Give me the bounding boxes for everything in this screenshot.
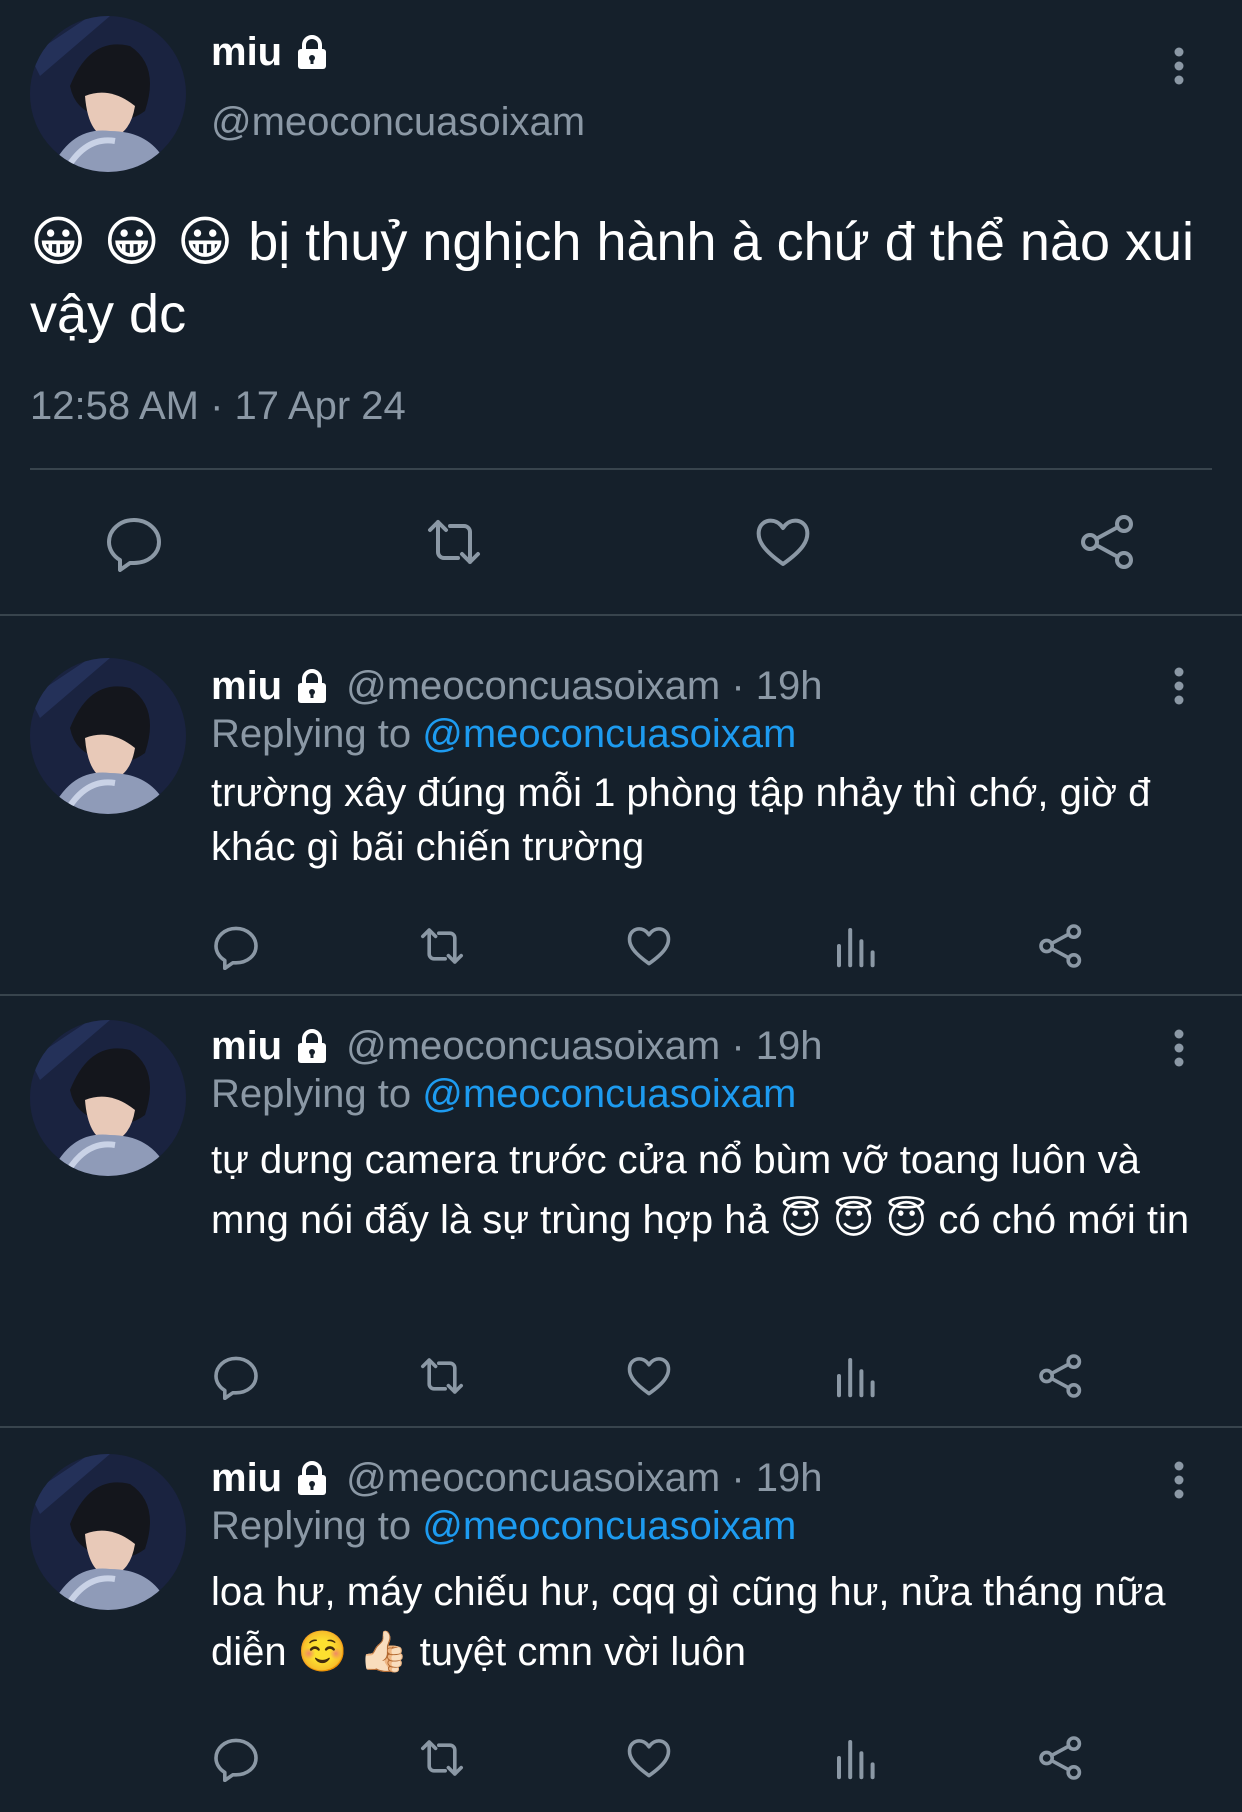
views-button[interactable] bbox=[831, 1352, 879, 1400]
reply-button[interactable] bbox=[212, 922, 260, 970]
retweet-icon bbox=[421, 1740, 463, 1776]
reply-text: trường xây đúng mỗi 1 phòng tập nhảy thì… bbox=[211, 771, 1151, 869]
replying-to-label: Replying to bbox=[211, 1504, 423, 1548]
share-button[interactable] bbox=[1037, 1352, 1085, 1400]
analytics-icon bbox=[837, 1740, 875, 1780]
share-button[interactable] bbox=[1078, 512, 1138, 572]
author-row: miu bbox=[211, 30, 332, 75]
views-button[interactable] bbox=[831, 922, 879, 970]
avatar-image bbox=[30, 16, 186, 172]
like-icon bbox=[627, 927, 671, 966]
share-button[interactable] bbox=[1037, 922, 1085, 970]
author-row: miu @meoconcuasoixam · 19h bbox=[211, 664, 823, 709]
retweet-button[interactable] bbox=[418, 1352, 466, 1400]
handle-and-time: @meoconcuasoixam · 19h bbox=[346, 664, 823, 708]
replying-to-label: Replying to bbox=[211, 712, 423, 756]
analytics-icon bbox=[837, 928, 875, 968]
reply-icon bbox=[214, 1738, 258, 1782]
main-tweet: miu @meoconcuasoixam 😀 😀 😀 bị thuỷ nghịc… bbox=[0, 0, 1242, 612]
reply-tweet[interactable]: miu @meoconcuasoixam · 19h Replying to @… bbox=[0, 616, 1242, 996]
share-icon bbox=[1039, 1354, 1082, 1398]
like-icon bbox=[756, 518, 810, 566]
lock-icon bbox=[298, 1028, 327, 1063]
lock-icon bbox=[298, 668, 327, 703]
like-button[interactable] bbox=[753, 512, 813, 572]
like-button[interactable] bbox=[625, 922, 673, 970]
retweet-button[interactable] bbox=[424, 512, 484, 572]
more-options-icon[interactable] bbox=[1169, 1460, 1189, 1500]
handle-and-time: @meoconcuasoixam · 19h bbox=[346, 1024, 823, 1068]
tweet-timestamp[interactable]: 12:58 AM · 17 Apr 24 bbox=[30, 384, 406, 429]
replying-to: Replying to @meoconcuasoixam bbox=[211, 1504, 796, 1549]
author-name[interactable]: miu bbox=[211, 30, 282, 75]
reply-text: loa hư, máy chiếu hư, cqq gì cũng hư, nử… bbox=[211, 1570, 1166, 1674]
author-name[interactable]: miu bbox=[211, 1456, 282, 1501]
author-name[interactable]: miu bbox=[211, 1024, 282, 1069]
avatar-image bbox=[30, 1454, 186, 1610]
more-options-icon[interactable] bbox=[1169, 1028, 1189, 1068]
avatar-image bbox=[30, 658, 186, 814]
reply-button[interactable] bbox=[104, 512, 164, 572]
share-icon bbox=[1039, 924, 1082, 968]
replying-to: Replying to @meoconcuasoixam bbox=[211, 712, 796, 757]
reply-text: tự dưng camera trước cửa nổ bùm vỡ toang… bbox=[211, 1138, 1190, 1242]
author-handle[interactable]: @meoconcuasoixam bbox=[211, 100, 585, 145]
tweet-emoji: 😀 😀 😀 bbox=[30, 210, 234, 273]
more-options-icon[interactable] bbox=[1169, 46, 1189, 86]
replying-to-label: Replying to bbox=[211, 1072, 423, 1116]
avatar[interactable] bbox=[30, 658, 186, 814]
retweet-icon bbox=[428, 520, 480, 564]
author-name[interactable]: miu bbox=[211, 664, 282, 709]
reply-tweet[interactable]: miu @meoconcuasoixam · 19h Replying to @… bbox=[0, 996, 1242, 1426]
like-icon bbox=[627, 1357, 671, 1396]
reply-icon bbox=[214, 1356, 258, 1400]
retweet-icon bbox=[421, 928, 463, 964]
share-button[interactable] bbox=[1037, 1734, 1085, 1782]
like-button[interactable] bbox=[625, 1352, 673, 1400]
reply-icon bbox=[214, 926, 258, 970]
analytics-icon bbox=[837, 1358, 875, 1398]
retweet-button[interactable] bbox=[418, 1734, 466, 1782]
like-icon bbox=[627, 1739, 671, 1778]
share-icon bbox=[1081, 515, 1133, 569]
more-options-icon[interactable] bbox=[1169, 666, 1189, 706]
reply-tweet[interactable]: miu @meoconcuasoixam · 19h Replying to @… bbox=[0, 1428, 1242, 1812]
lock-icon bbox=[298, 1460, 327, 1495]
reply-button[interactable] bbox=[212, 1352, 260, 1400]
retweet-icon bbox=[421, 1358, 463, 1394]
reply-button[interactable] bbox=[212, 1734, 260, 1782]
tweet-thread-page: miu @meoconcuasoixam 😀 😀 😀 bị thuỷ nghịc… bbox=[0, 0, 1242, 1812]
avatar-image bbox=[30, 1020, 186, 1176]
avatar[interactable] bbox=[30, 16, 186, 172]
author-row: miu @meoconcuasoixam · 19h bbox=[211, 1456, 823, 1501]
like-button[interactable] bbox=[625, 1734, 673, 1782]
replying-to: Replying to @meoconcuasoixam bbox=[211, 1072, 796, 1117]
replying-to-link[interactable]: @meoconcuasoixam bbox=[422, 712, 796, 756]
tweet-text: 😀 😀 😀 bị thuỷ nghịch hành à chứ đ thể nà… bbox=[30, 206, 1210, 350]
replying-to-link[interactable]: @meoconcuasoixam bbox=[422, 1072, 796, 1116]
share-icon bbox=[1039, 1736, 1082, 1780]
views-button[interactable] bbox=[831, 1734, 879, 1782]
lock-icon bbox=[298, 34, 327, 69]
retweet-button[interactable] bbox=[418, 922, 466, 970]
avatar[interactable] bbox=[30, 1020, 186, 1176]
handle-and-time: @meoconcuasoixam · 19h bbox=[346, 1456, 823, 1500]
author-row: miu @meoconcuasoixam · 19h bbox=[211, 1024, 823, 1069]
replying-to-link[interactable]: @meoconcuasoixam bbox=[422, 1504, 796, 1548]
reply-icon bbox=[107, 518, 161, 572]
divider bbox=[30, 468, 1212, 470]
avatar[interactable] bbox=[30, 1454, 186, 1610]
